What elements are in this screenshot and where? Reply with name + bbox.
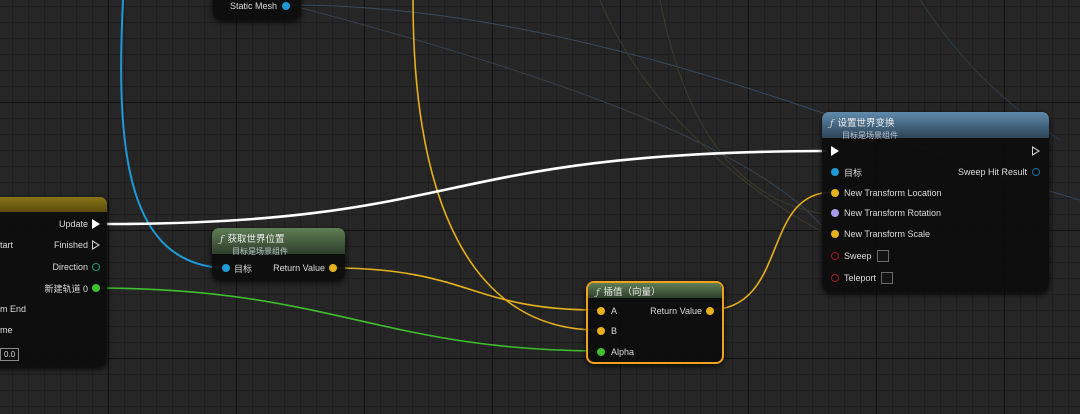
sweep-pin[interactable]: Sweep <box>831 249 889 263</box>
vector-pin-icon[interactable] <box>597 307 605 315</box>
vector-pin-icon[interactable] <box>831 230 839 238</box>
vector-pin-icon[interactable] <box>597 327 605 335</box>
enum-pin-icon[interactable] <box>92 263 100 271</box>
exec-pin-icon[interactable] <box>831 146 839 156</box>
from-end-label: m End <box>0 304 27 314</box>
exec-out-pin[interactable] <box>1032 144 1040 158</box>
object-pin-icon[interactable] <box>831 168 839 176</box>
node-subtitle: 目标是场景组件 <box>842 131 898 140</box>
update-label: Update <box>58 219 88 229</box>
new-time-label: me <box>0 325 13 335</box>
time-value-row[interactable]: 0.0 <box>0 347 20 361</box>
float-pin-icon[interactable] <box>92 284 100 292</box>
return-value-label: Return Value <box>650 306 702 316</box>
function-icon: ƒ <box>830 118 834 129</box>
object-pin-icon[interactable] <box>282 2 291 10</box>
finished-label: Finished <box>53 240 88 250</box>
exec-pin-icon[interactable] <box>92 240 100 250</box>
node-title: ƒ 获取世界位置 <box>220 234 285 245</box>
teleport-checkbox[interactable] <box>881 272 894 284</box>
get-world-location-header[interactable]: ƒ 获取世界位置 目标是场景组件 <box>212 228 345 256</box>
scale-pin[interactable]: New Transform Scale <box>831 227 930 241</box>
bool-pin-icon[interactable] <box>831 274 839 282</box>
float-wire <box>95 287 599 352</box>
direction-label: Direction <box>52 262 88 272</box>
object-pin-icon[interactable] <box>222 264 230 272</box>
b-pin[interactable]: B <box>597 324 617 338</box>
bool-pin-icon[interactable] <box>831 252 839 260</box>
track-label: 新建轨道 0 <box>44 283 88 294</box>
exec-pin-icon[interactable] <box>92 219 100 229</box>
a-pin[interactable]: A <box>597 304 617 318</box>
rotation-label: New Transform Rotation <box>844 208 942 218</box>
exec-in-pin[interactable] <box>831 144 839 158</box>
lerp-vector-node[interactable]: ƒ 插值（向量） A Return Value B Alpha <box>586 281 724 364</box>
teleport-label: Teleport <box>844 273 877 283</box>
teleport-pin[interactable]: Teleport <box>831 271 894 285</box>
time-value-input[interactable]: 0.0 <box>0 347 20 361</box>
return-value-label: Return Value <box>273 263 325 273</box>
set-world-transform-header[interactable]: ƒ 设置世界变换 目标是场景组件 <box>822 112 1049 140</box>
faint-wire <box>289 4 831 237</box>
object-wire <box>120 0 223 269</box>
new-time-pin[interactable]: me <box>0 323 13 337</box>
from-end-pin[interactable]: m End <box>0 302 26 316</box>
exec-pin-icon[interactable] <box>1032 146 1040 156</box>
lerp-vector-header[interactable]: ƒ 插值（向量） <box>588 283 722 298</box>
vector-pin-icon[interactable] <box>329 264 337 272</box>
timeline-header[interactable] <box>0 197 107 212</box>
struct-pin-icon[interactable] <box>1032 168 1040 176</box>
sweep-hit-result-pin[interactable]: Sweep Hit Result <box>958 165 1040 179</box>
track-pin[interactable]: 新建轨道 0 <box>44 281 100 295</box>
static-mesh-node[interactable]: Static Mesh <box>213 0 301 20</box>
target-label: 目标 <box>844 167 863 178</box>
start-pin[interactable]: tart <box>0 238 13 252</box>
static-mesh-pin[interactable]: Static Mesh <box>230 0 291 13</box>
update-pin[interactable]: Update <box>59 217 100 231</box>
finished-pin[interactable]: Finished <box>54 238 100 252</box>
vector-wire <box>331 267 599 311</box>
target-label: 目标 <box>234 263 253 274</box>
target-pin[interactable]: 目标 <box>831 165 862 179</box>
node-subtitle: 目标是场景组件 <box>232 247 288 256</box>
rotator-pin-icon[interactable] <box>831 209 839 217</box>
rotation-pin[interactable]: New Transform Rotation <box>831 206 941 220</box>
sweep-label: Sweep <box>844 251 872 261</box>
target-pin[interactable]: 目标 <box>222 261 252 275</box>
return-value-pin[interactable]: Return Value <box>650 304 714 318</box>
alpha-label: Alpha <box>611 347 635 357</box>
location-label: New Transform Location <box>844 188 942 198</box>
scale-label: New Transform Scale <box>844 229 931 239</box>
set-world-transform-node[interactable]: ƒ 设置世界变换 目标是场景组件 目标 Sweep Hit Result New … <box>822 112 1049 292</box>
function-icon: ƒ <box>596 287 600 298</box>
float-pin-icon[interactable] <box>597 348 605 356</box>
static-mesh-label: Static Mesh <box>230 1 278 11</box>
location-pin[interactable]: New Transform Location <box>831 186 942 200</box>
node-title: ƒ 设置世界变换 <box>830 118 895 129</box>
function-icon: ƒ <box>220 234 224 245</box>
timeline-node[interactable]: Update tart Finished Direction 新建轨道 0 m … <box>0 197 107 367</box>
get-world-location-node[interactable]: ƒ 获取世界位置 目标是场景组件 目标 Return Value <box>212 228 345 280</box>
exec-wire <box>105 149 827 226</box>
vector-pin-icon[interactable] <box>831 189 839 197</box>
sweep-hit-result-label: Sweep Hit Result <box>957 167 1027 177</box>
start-label: tart <box>0 240 14 250</box>
alpha-pin[interactable]: Alpha <box>597 345 634 359</box>
a-label: A <box>611 306 618 316</box>
faint-wire <box>659 0 831 216</box>
return-value-pin[interactable]: Return Value <box>273 261 337 275</box>
node-title: ƒ 插值（向量） <box>596 287 661 298</box>
vector-wire <box>707 191 834 311</box>
vector-pin-icon[interactable] <box>706 307 714 315</box>
sweep-checkbox[interactable] <box>876 250 889 262</box>
b-label: B <box>611 326 618 336</box>
direction-pin[interactable]: Direction <box>52 260 100 274</box>
